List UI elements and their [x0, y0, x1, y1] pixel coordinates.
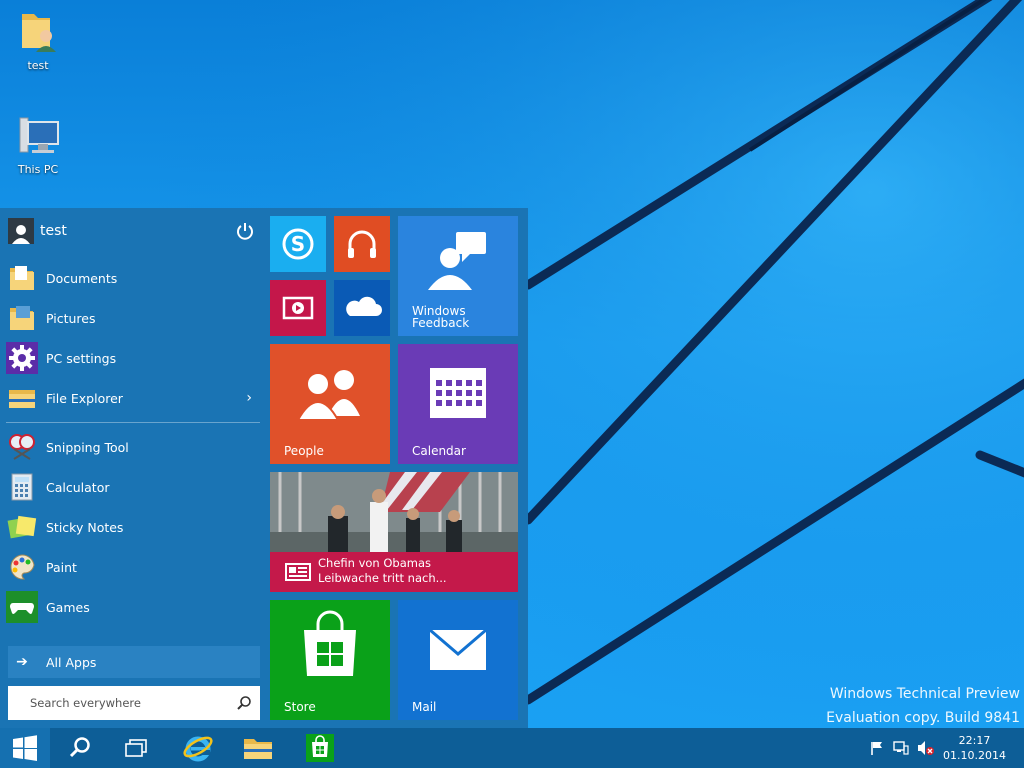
- task-view-button[interactable]: [114, 728, 158, 768]
- start-item-sticky-notes[interactable]: Sticky Notes: [6, 510, 260, 544]
- clock-time: 22:17: [958, 734, 991, 747]
- start-item-label: Documents: [46, 270, 118, 286]
- taskbar: 22:17 01.10.2014: [0, 728, 1024, 768]
- feedback-people-icon: [428, 232, 486, 290]
- tile-onedrive[interactable]: [334, 280, 390, 336]
- start-menu: test Documents Pictures PC settings File…: [0, 208, 528, 728]
- start-item-label: PC settings: [46, 350, 117, 366]
- paint-palette-icon: [10, 554, 35, 580]
- all-apps-label: All Apps: [46, 654, 97, 670]
- tile-label: People: [284, 444, 324, 458]
- start-item-label: File Explorer: [46, 390, 123, 406]
- skype-icon: S: [282, 228, 314, 260]
- search-icon: [69, 737, 90, 758]
- cloud-icon: [346, 296, 382, 316]
- menu-separator: [6, 422, 260, 423]
- svg-text:S: S: [291, 232, 305, 256]
- tile-calendar[interactable]: Calendar: [398, 344, 518, 464]
- start-menu-left-pane: test Documents Pictures PC settings File…: [0, 208, 268, 728]
- start-item-games[interactable]: Games: [6, 590, 260, 624]
- desktop-icon-label: test: [27, 59, 49, 72]
- tile-news[interactable]: Chefin von Obamas Leibwache tritt nach..…: [270, 472, 518, 592]
- action-center-flag-icon[interactable]: [870, 741, 884, 755]
- tile-windows-feedback[interactable]: Windows Feedback: [398, 216, 518, 336]
- start-item-calculator[interactable]: Calculator: [6, 470, 260, 504]
- taskbar-clock[interactable]: 22:17 01.10.2014: [943, 733, 1006, 763]
- store-bag-icon: [306, 734, 334, 762]
- tile-label: Calendar: [412, 444, 466, 458]
- all-apps-button[interactable]: ➔ All Apps: [8, 646, 260, 678]
- file-explorer-icon: [9, 390, 35, 408]
- video-play-icon: [282, 296, 314, 320]
- computer-icon: [19, 117, 59, 153]
- desktop-icon-this-pc[interactable]: This PC: [8, 110, 68, 176]
- sticky-notes-icon: [7, 515, 37, 539]
- arrow-right-icon: ➔: [16, 654, 28, 670]
- windows-logo-icon: [13, 735, 37, 761]
- tile-store[interactable]: Store: [270, 600, 390, 720]
- start-item-label: Paint: [46, 559, 77, 575]
- tile-mail[interactable]: Mail: [398, 600, 518, 720]
- tile-video[interactable]: [270, 280, 326, 336]
- start-item-documents[interactable]: Documents: [6, 261, 260, 295]
- gear-icon: [6, 342, 38, 374]
- volume-muted-icon[interactable]: [917, 740, 935, 756]
- start-item-label: Pictures: [46, 310, 96, 326]
- news-caption: Chefin von Obamas Leibwache tritt nach..…: [270, 552, 518, 592]
- search-input[interactable]: [28, 695, 232, 711]
- user-account[interactable]: test: [8, 216, 260, 246]
- network-icon[interactable]: [893, 740, 909, 756]
- task-view-icon: [125, 739, 147, 757]
- games-controller-icon: [6, 591, 38, 623]
- watermark-line-1: Windows Technical Preview: [829, 686, 1020, 702]
- start-item-label: Snipping Tool: [46, 439, 129, 455]
- user-folder-icon: [22, 14, 56, 52]
- user-name: test: [40, 223, 67, 239]
- user-avatar-icon: [8, 218, 34, 244]
- start-item-label: Sticky Notes: [46, 519, 124, 535]
- people-icon: [296, 370, 360, 421]
- folder-icon: [244, 739, 272, 759]
- newspaper-icon: [285, 563, 311, 581]
- tile-music[interactable]: [334, 216, 390, 272]
- mail-envelope-icon: [429, 628, 487, 670]
- start-button[interactable]: [0, 728, 50, 768]
- start-item-label: Games: [46, 599, 90, 615]
- headphones-icon: [348, 230, 376, 258]
- snipping-tool-icon: [9, 434, 35, 460]
- store-bag-icon: [304, 610, 356, 676]
- clock-date: 01.10.2014: [943, 749, 1006, 762]
- tile-people[interactable]: People: [270, 344, 390, 464]
- search-icon[interactable]: [236, 695, 252, 711]
- start-search-box[interactable]: [8, 686, 260, 720]
- start-item-paint[interactable]: Paint: [6, 550, 260, 584]
- news-headline-line-1: Chefin von Obamas: [318, 556, 432, 570]
- tile-label: Feedback: [412, 316, 470, 330]
- tile-label: Store: [284, 700, 316, 714]
- chevron-right-icon[interactable]: ›: [246, 390, 252, 406]
- start-item-label: Calculator: [46, 479, 110, 495]
- start-item-pictures[interactable]: Pictures: [6, 301, 260, 335]
- search-button[interactable]: [58, 728, 102, 768]
- file-explorer-button[interactable]: [234, 728, 282, 768]
- desktop-icon-label: This PC: [17, 163, 59, 176]
- power-icon[interactable]: [234, 220, 256, 242]
- calculator-icon: [11, 473, 33, 501]
- tile-label: Mail: [412, 700, 437, 714]
- tile-skype[interactable]: S: [270, 216, 326, 272]
- news-headline-line-2: Leibwache tritt nach...: [318, 571, 447, 585]
- pictures-folder-icon: [10, 306, 34, 330]
- store-button[interactable]: [296, 728, 344, 768]
- desktop-icon-user-folder[interactable]: test: [8, 6, 68, 72]
- internet-explorer-button[interactable]: [174, 728, 222, 768]
- documents-folder-icon: [10, 266, 34, 290]
- start-item-pc-settings[interactable]: PC settings: [6, 341, 260, 375]
- calendar-icon: [430, 368, 486, 418]
- start-item-file-explorer[interactable]: File Explorer ›: [6, 381, 260, 415]
- internet-explorer-icon: [183, 736, 213, 762]
- news-photo: [270, 472, 518, 552]
- start-item-snipping-tool[interactable]: Snipping Tool: [6, 430, 260, 464]
- watermark-line-2: Evaluation copy. Build 9841: [826, 710, 1020, 726]
